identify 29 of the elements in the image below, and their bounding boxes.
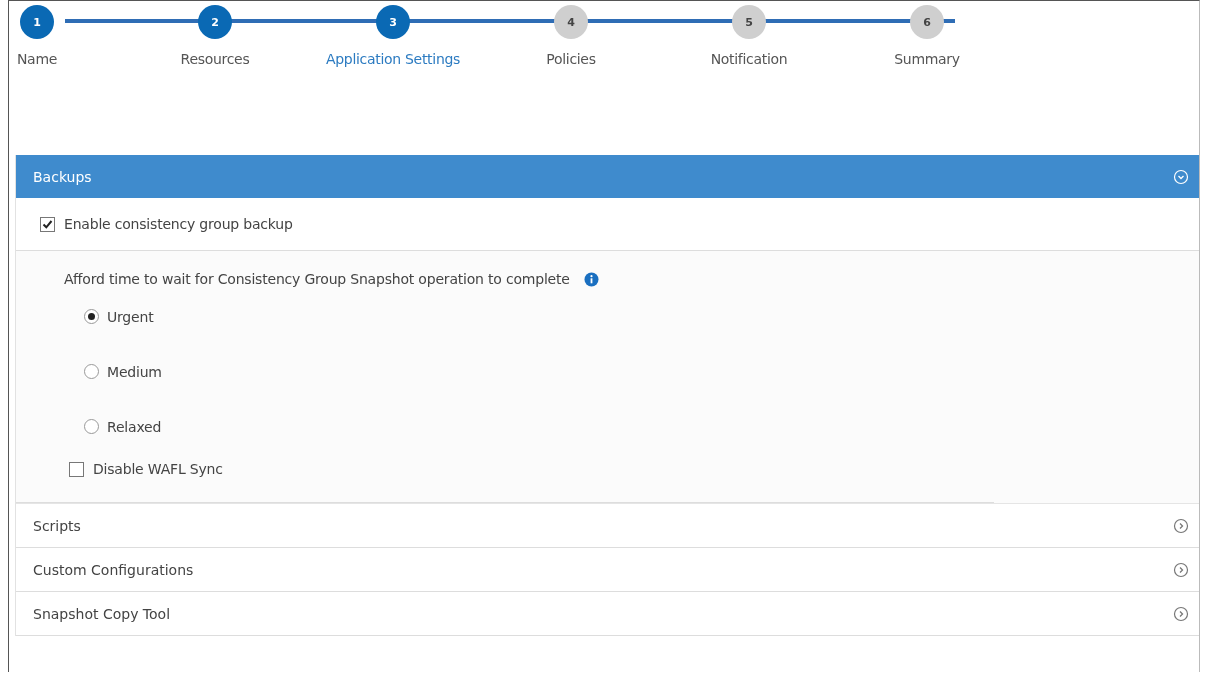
step-number: 5	[732, 5, 766, 39]
radio-label: Medium	[107, 363, 162, 380]
radio-button[interactable]	[84, 364, 99, 379]
step-label[interactable]: Resources	[180, 51, 250, 67]
checkbox-label: Disable WAFL Sync	[93, 461, 223, 477]
step-number: 3	[376, 5, 410, 39]
step-label[interactable]: Policies	[546, 51, 596, 67]
checkbox-label: Enable consistency group backup	[64, 216, 293, 232]
step-number: 1	[20, 5, 54, 39]
checkbox[interactable]	[69, 461, 84, 477]
step-number: 2	[198, 5, 232, 39]
expand-icon[interactable]	[1173, 605, 1189, 622]
radio-label: Relaxed	[107, 418, 162, 435]
collapse-icon[interactable]	[1173, 168, 1189, 185]
info-icon[interactable]	[583, 271, 599, 287]
prompt-text: Afford time to wait for Consistency Group Snapshot operation to complete	[64, 271, 570, 287]
step-number: 6	[910, 5, 944, 39]
step-label[interactable]: Application Settings	[325, 51, 461, 67]
expand-icon[interactable]	[1173, 517, 1189, 534]
step-label[interactable]: Name	[16, 51, 58, 67]
radio-button[interactable]	[84, 309, 99, 324]
step-label[interactable]: Summary	[894, 51, 960, 67]
checkbox[interactable]	[40, 216, 55, 232]
step-number: 4	[554, 5, 588, 39]
section-header[interactable]: Backups	[16, 155, 1199, 198]
radio-button[interactable]	[84, 419, 99, 434]
radio-label: Urgent	[107, 308, 154, 325]
expand-icon[interactable]	[1173, 561, 1189, 578]
step-label[interactable]: Notification	[710, 51, 788, 67]
